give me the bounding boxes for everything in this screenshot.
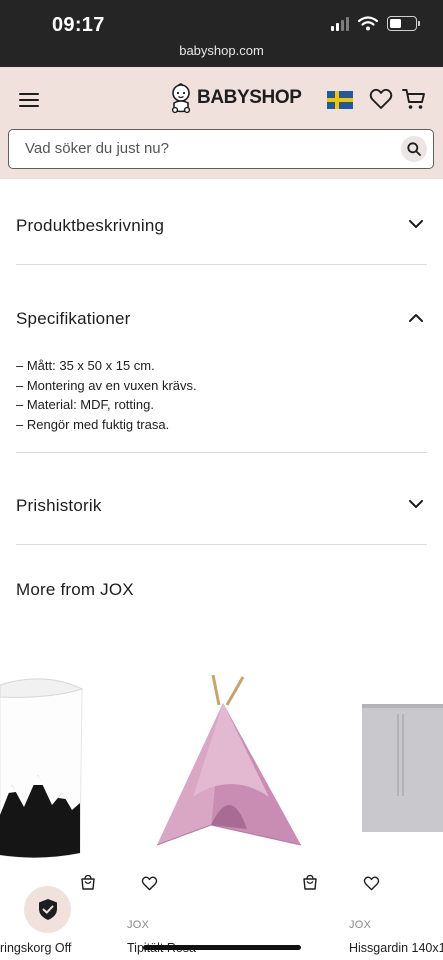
accordion-title: Produktbeskrivning [16, 216, 165, 235]
babyshop-logo[interactable]: BABYSHOP [169, 82, 302, 114]
specification-list: – Mått: 35 x 50 x 15 cm. – Montering av … [16, 356, 197, 435]
product-image-roller-blind[interactable] [362, 704, 443, 832]
shield-icon [38, 899, 57, 920]
product-name[interactable]: ringskorg Off [0, 941, 71, 955]
logo-text: BABYSHOP [197, 87, 302, 108]
wifi-icon [358, 16, 378, 31]
menu-icon[interactable] [19, 93, 39, 107]
more-from-title: More from JOX [16, 580, 134, 599]
home-indicator[interactable] [143, 945, 301, 950]
product-image-basket[interactable] [0, 675, 90, 860]
accordion-specifikationer[interactable]: Specifikationer [16, 305, 427, 335]
spec-item: – Mått: 35 x 50 x 15 cm. [16, 358, 155, 373]
add-to-cart-icon[interactable] [80, 874, 96, 891]
status-icons [331, 16, 420, 31]
cart-icon[interactable] [402, 87, 426, 111]
spec-item: – Montering av en vuxen krävs. [16, 377, 197, 393]
status-time: 09:17 [52, 14, 105, 36]
divider [16, 544, 427, 545]
divider [16, 452, 427, 453]
swedish-flag-icon[interactable] [327, 91, 353, 109]
accordion-title: Prishistorik [16, 496, 102, 515]
product-brand: JOX [127, 919, 150, 931]
wishlist-icon[interactable] [141, 876, 158, 891]
product-name[interactable]: Hissgardin 140x1 [349, 941, 443, 955]
chevron-down-icon[interactable] [409, 220, 423, 229]
accordion-prishistorik[interactable]: Prishistorik [16, 492, 427, 522]
add-to-cart-icon[interactable] [302, 874, 318, 891]
accordion-produktbeskrivning[interactable]: Produktbeskrivning [16, 212, 427, 242]
product-card[interactable]: JOX Hissgardin 140x1 [349, 660, 443, 955]
product-card[interactable]: JOX Tipitält Rosa [127, 660, 327, 955]
divider [16, 264, 427, 265]
site-header: BABYSHOP Vad söker du just nu? [0, 67, 443, 179]
search-input[interactable]: Vad söker du just nu? [25, 140, 169, 157]
chevron-up-icon[interactable] [409, 313, 423, 322]
spec-item: – Material: MDF, rotting. [16, 397, 154, 413]
trust-badge-button[interactable] [24, 886, 71, 933]
wishlist-icon[interactable] [363, 876, 380, 891]
spec-item: – Rengör med fuktig trasa. [16, 417, 170, 433]
search-button[interactable] [401, 136, 427, 162]
status-bar: 09:17 babyshop.com [0, 0, 443, 67]
battery-icon [387, 16, 420, 31]
signal-icon [331, 16, 349, 31]
search-bar[interactable]: Vad söker du just nu? [8, 129, 434, 169]
chevron-down-icon[interactable] [409, 500, 423, 509]
browser-url[interactable]: babyshop.com [0, 43, 443, 58]
product-image-tipi-tent[interactable] [151, 675, 311, 860]
heart-icon[interactable] [369, 88, 393, 110]
logo-baby-icon [171, 83, 191, 114]
accordion-title: Specifikationer [16, 309, 131, 328]
product-brand: JOX [349, 919, 372, 931]
search-icon [407, 142, 421, 156]
